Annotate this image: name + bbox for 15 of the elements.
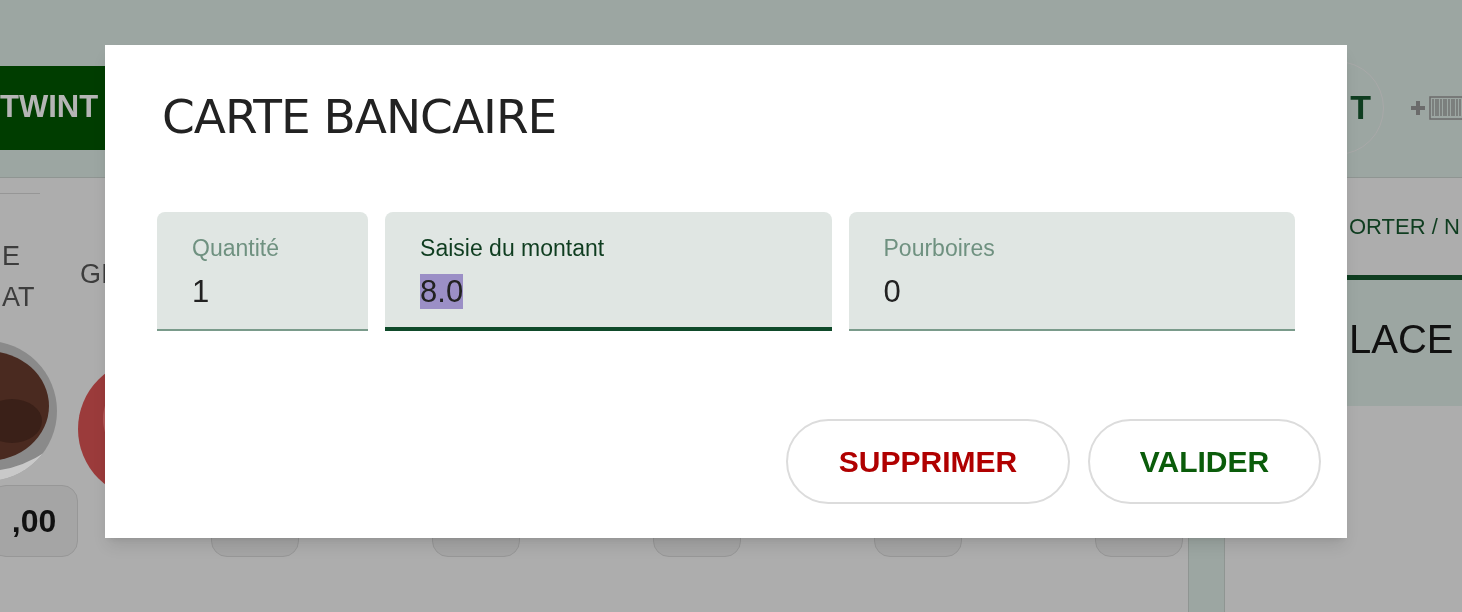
dialog-button[interactable]: VALIDER (1088, 419, 1321, 504)
field-label: Quantité (192, 234, 280, 262)
add-barcode-icon[interactable] (1410, 93, 1462, 122)
field-value: 0 (883, 274, 901, 309)
input-field[interactable]: Saisie du montant 8.0 (385, 212, 832, 331)
field-label: Saisie du montant (420, 234, 606, 262)
dialog-title: CARTE BANCAIRE (162, 88, 558, 146)
product-name: E AT (2, 240, 36, 314)
input-field[interactable]: Quantité 1 (157, 212, 369, 331)
price-tag: ,00 (0, 485, 78, 557)
input-field[interactable]: Pourboires 0 (848, 212, 1295, 331)
field-label: Pourboires (883, 234, 996, 262)
dialog-button[interactable]: SUPPRIMER (786, 419, 1070, 504)
field-value: 8.0 (420, 274, 464, 309)
field-value: 1 (192, 274, 210, 309)
